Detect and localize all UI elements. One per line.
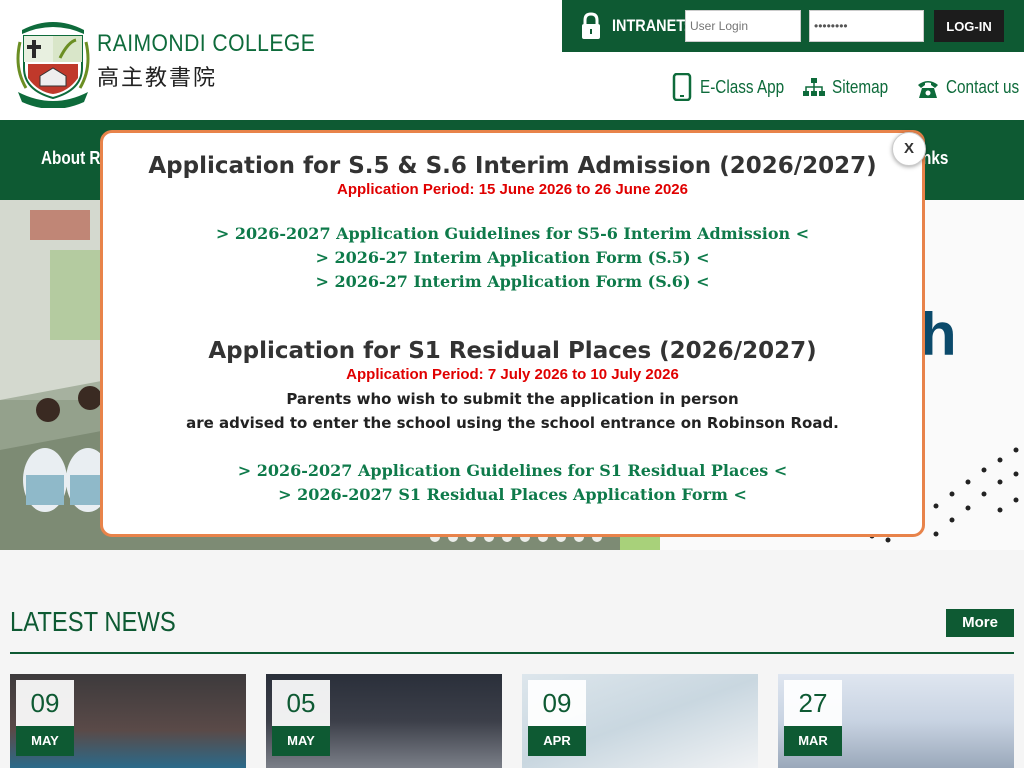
entrance-note: are advised to enter the school using th… bbox=[186, 414, 839, 432]
modal-overlay: X Application for S.5 & S.6 Interim Admi… bbox=[0, 0, 1024, 768]
in-person-note: Parents who wish to submit the applicati… bbox=[286, 390, 739, 408]
s1-guidelines-link[interactable]: > 2026-2027 Application Guidelines for S… bbox=[103, 459, 922, 483]
s5-s6-guidelines-link[interactable]: > 2026-2027 Application Guidelines for S… bbox=[103, 222, 922, 246]
admission-popup: X Application for S.5 & S.6 Interim Admi… bbox=[100, 130, 926, 537]
s1-residual-heading: Application for S1 Residual Places (2026… bbox=[208, 338, 817, 364]
s1-application-form-link[interactable]: > 2026-2027 S1 Residual Places Applicati… bbox=[103, 483, 922, 507]
s5-s6-application-period: Application Period: 15 June 2026 to 26 J… bbox=[337, 181, 688, 198]
s6-interim-form-link[interactable]: > 2026-27 Interim Application Form (S.6)… bbox=[103, 270, 922, 294]
s1-application-period: Application Period: 7 July 2026 to 10 Ju… bbox=[346, 366, 679, 383]
close-button[interactable]: X bbox=[892, 132, 926, 166]
s5-s6-admission-heading: Application for S.5 & S.6 Interim Admiss… bbox=[148, 153, 877, 179]
s5-interim-form-link[interactable]: > 2026-27 Interim Application Form (S.5)… bbox=[103, 246, 922, 270]
